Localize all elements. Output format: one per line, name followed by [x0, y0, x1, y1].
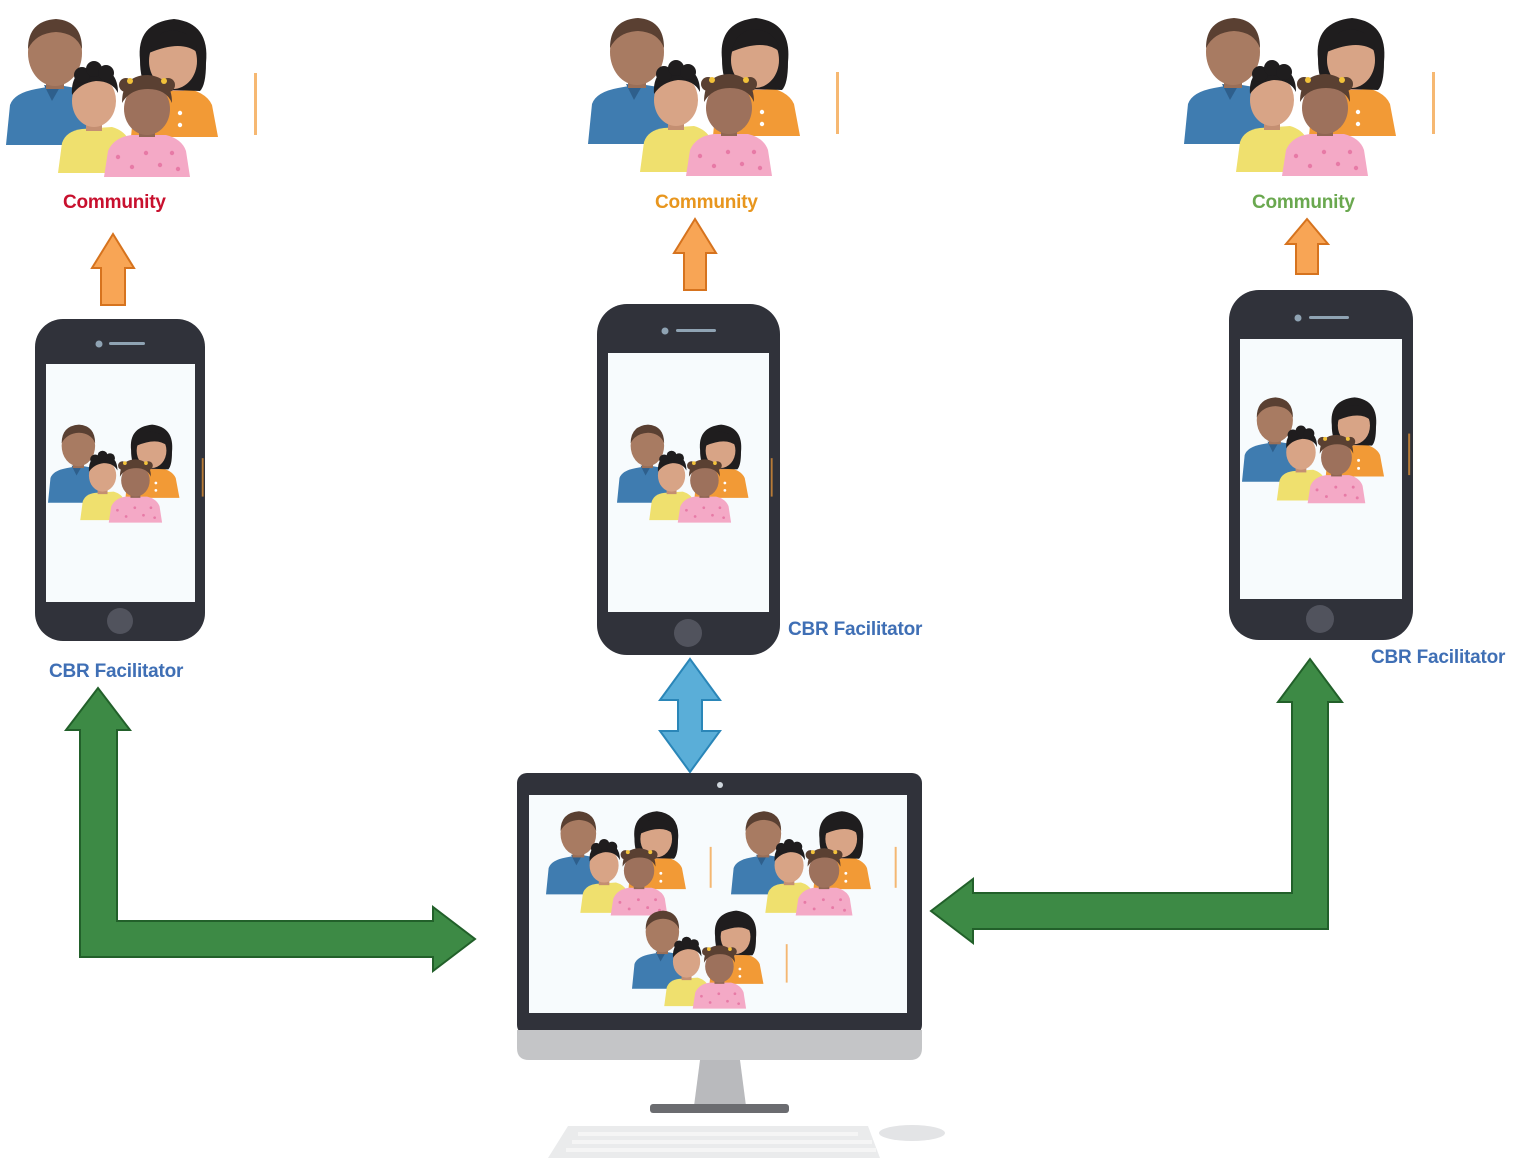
facilitator-label-right: CBR Facilitator [1371, 647, 1506, 668]
green-arrow-right [929, 657, 1344, 946]
community-label-left: Community [63, 192, 166, 213]
family-icon [6, 19, 257, 177]
blue-double-arrow [658, 657, 722, 774]
desktop-icon [517, 773, 922, 1113]
facilitator-label-middle: CBR Facilitator [788, 619, 923, 640]
phone-icon [597, 304, 780, 655]
mouse-icon [879, 1125, 945, 1141]
phone-icon [1229, 290, 1413, 640]
diagram-canvas [6, 18, 1435, 1158]
orange-up-arrow-left [90, 232, 136, 306]
family-icon [1184, 18, 1435, 176]
orange-up-arrow-middle [672, 217, 718, 291]
family-icon [588, 18, 839, 176]
phone-icon [35, 319, 205, 641]
keyboard-icon [548, 1126, 880, 1158]
community-label-middle: Community [655, 192, 758, 213]
facilitator-label-left: CBR Facilitator [49, 661, 184, 682]
community-label-right: Community [1252, 192, 1355, 213]
orange-up-arrow-right [1283, 217, 1331, 275]
green-arrow-left [63, 686, 477, 974]
